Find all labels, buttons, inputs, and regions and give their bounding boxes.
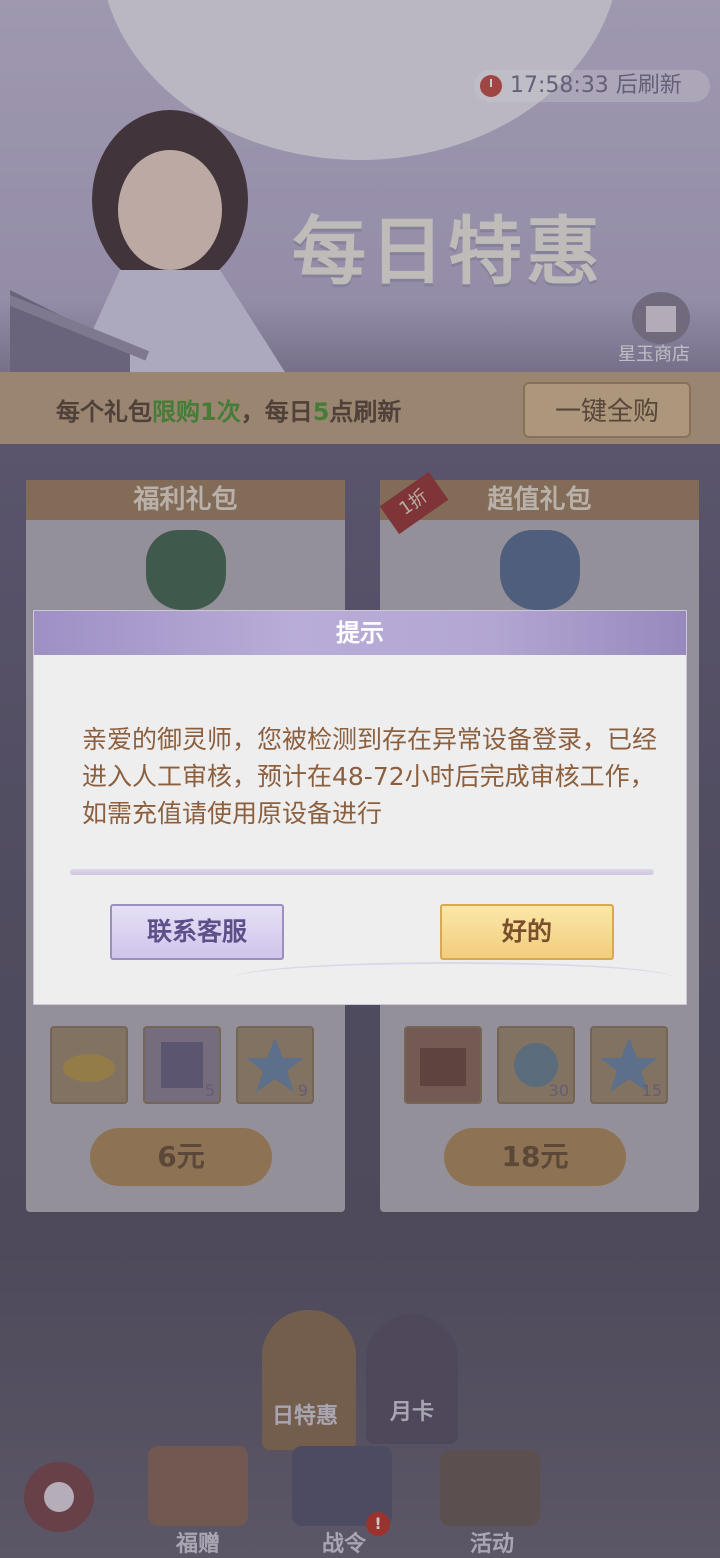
- ok-button[interactable]: 好的: [440, 904, 614, 960]
- contact-support-button[interactable]: 联系客服: [110, 904, 284, 960]
- alert-dialog: 提示 亲爱的御灵师，您被检测到存在异常设备登录，已经进入人工审核，预计在48-7…: [34, 611, 686, 1004]
- decorative-swirl: [234, 962, 674, 994]
- dialog-divider: [70, 869, 654, 875]
- dialog-title: 提示: [336, 619, 384, 647]
- dialog-message: 亲爱的御灵师，您被检测到存在异常设备登录，已经进入人工审核，预计在48-72小时…: [82, 725, 658, 828]
